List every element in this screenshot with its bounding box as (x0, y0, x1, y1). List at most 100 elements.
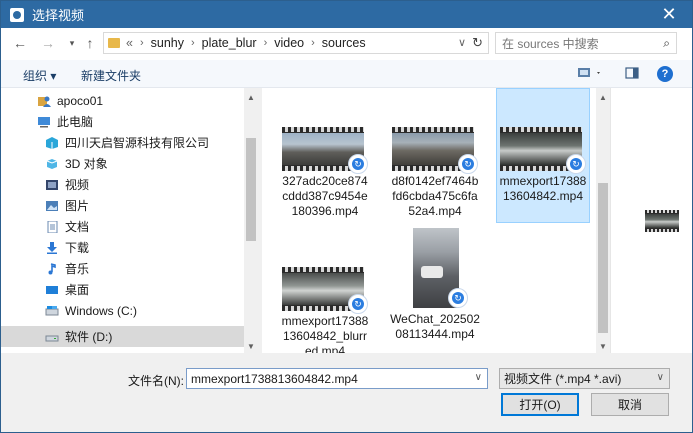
media-player-badge-icon: ↻ (458, 154, 478, 174)
folder-icon (108, 38, 120, 48)
nav-item-label: 软件 (D:) (65, 330, 113, 344)
box-icon (46, 136, 58, 149)
chevron-down-icon[interactable]: ∨ (657, 372, 664, 383)
breadcrumb-plate-blur[interactable]: plate_blur (202, 36, 257, 50)
breadcrumb-separator-icon[interactable]: › (191, 37, 195, 49)
open-button[interactable]: 打开(O) (501, 393, 579, 416)
nav-item-drive-c[interactable]: Windows (C:) (1, 300, 245, 321)
file-name: 327adc20ce874cddd387c9454e180396.mp4 (282, 174, 368, 218)
filetype-value: 视频文件 (*.mp4 *.avi) (504, 372, 622, 386)
file-pane-scrollbar[interactable]: ▲ ▼ (596, 88, 610, 353)
video-thumbnail: ↻ (392, 122, 478, 174)
scroll-down-icon[interactable]: ▼ (596, 339, 610, 353)
file-name: mmexport1738813604842.mp4 (499, 174, 587, 203)
video-folder-icon (46, 179, 58, 190)
music-icon (48, 262, 56, 274)
nav-item-label: 图片 (65, 199, 90, 213)
help-icon[interactable]: ? (657, 66, 673, 82)
drive-c-icon (45, 305, 59, 315)
nav-item-company[interactable]: 四川天启智源科技有限公司 (1, 132, 245, 153)
document-folder-icon (47, 220, 58, 233)
nav-item-label: 文档 (65, 220, 90, 234)
address-dropdown-icon[interactable]: ∨ (458, 36, 466, 49)
breadcrumb-separator-icon[interactable]: › (311, 37, 315, 49)
preview-pane (610, 88, 692, 353)
filetype-select[interactable]: 视频文件 (*.mp4 *.avi) ∨ (499, 368, 670, 389)
nav-item-label: 3D 对象 (65, 157, 108, 171)
nav-item-label: 下载 (65, 241, 90, 255)
nav-item-label: 四川天启智源科技有限公司 (65, 136, 210, 150)
media-player-badge-icon: ↻ (566, 154, 586, 174)
nav-item-user[interactable]: apoco01 (1, 90, 245, 111)
filename-input[interactable]: mmexport1738813604842.mp4 ∨ (186, 368, 488, 389)
file-list-pane: ↻ 327adc20ce874cddd387c9454e180396.mp4 ↻… (262, 88, 610, 353)
nav-item-music[interactable]: 音乐 (1, 258, 245, 279)
file-tile[interactable]: ↻ mmexport1738813604842_blurred.mp4 (278, 262, 372, 353)
nav-item-downloads[interactable]: 下载 (1, 237, 245, 258)
recent-locations-chevron-icon[interactable]: ▾ (63, 34, 81, 52)
window-title: 选择视频 (32, 8, 85, 23)
user-icon (38, 96, 51, 107)
cancel-button[interactable]: 取消 (591, 393, 669, 416)
nav-item-label: 音乐 (65, 262, 90, 276)
search-input[interactable]: 在 sources 中搜索 ⌕ (495, 32, 677, 54)
address-bar[interactable]: « › sunhy › plate_blur › video › sources… (103, 32, 489, 54)
chevron-down-icon[interactable]: ∨ (475, 372, 482, 383)
file-name: WeChat_20250208113444.mp4 (390, 312, 480, 341)
media-player-badge-icon: ↻ (348, 294, 368, 314)
nav-item-drive-d[interactable]: 软件 (D:) (1, 326, 245, 347)
nav-item-label: 桌面 (65, 283, 90, 297)
file-name: mmexport1738813604842_blurred.mp4 (281, 314, 369, 353)
scroll-down-icon[interactable]: ▼ (244, 339, 258, 353)
nav-item-3d-objects[interactable]: 3D 对象 (1, 153, 245, 174)
video-thumbnail: ↻ (282, 122, 368, 174)
refresh-icon[interactable]: ↻ (472, 35, 483, 51)
video-thumbnail: ↻ (282, 262, 368, 314)
search-placeholder: 在 sources 中搜索 (502, 36, 599, 51)
nav-item-this-pc[interactable]: 此电脑 (1, 111, 245, 132)
file-tile[interactable]: ↻ WeChat_20250208113444.mp4 (388, 228, 482, 342)
title-bar[interactable]: 选择视频 ✕ (1, 1, 692, 28)
scroll-up-icon[interactable]: ▲ (596, 90, 610, 104)
up-arrow-icon[interactable]: ↑ (81, 34, 99, 52)
media-player-badge-icon: ↻ (448, 288, 468, 308)
desktop-icon (46, 285, 58, 294)
back-arrow-icon[interactable]: ← (11, 34, 29, 52)
navigation-bar: ← → ▾ ↑ « › sunhy › plate_blur › video ›… (1, 28, 692, 60)
nav-item-desktop[interactable]: 桌面 (1, 279, 245, 300)
breadcrumb-separator-icon[interactable]: › (264, 37, 268, 49)
view-options-icon[interactable] (577, 66, 603, 83)
nav-item-documents[interactable]: 文档 (1, 216, 245, 237)
file-tile[interactable]: ↻ d8f0142ef7464bfd6cbda475c6fa52a4.mp4 (388, 122, 482, 219)
navigation-pane: apoco01 此电脑 四川天启智源科技有限公司 3D 对象 视频 图片 文档 (1, 88, 258, 353)
nav-item-label: apoco01 (57, 93, 104, 108)
nav-pane-scrollbar[interactable]: ▲ ▼ (244, 88, 258, 353)
drive-d-icon (45, 335, 59, 341)
preview-thumbnail (645, 210, 679, 232)
breadcrumb-sunhy[interactable]: sunhy (151, 36, 184, 50)
organize-menu-button[interactable]: 组织 ▾ (23, 67, 56, 84)
close-icon[interactable]: ✕ (646, 1, 692, 28)
breadcrumb-video[interactable]: video (274, 36, 304, 50)
nav-item-label: 此电脑 (57, 115, 94, 129)
dialog-footer: 文件名(N): mmexport1738813604842.mp4 ∨ 视频文件… (1, 353, 692, 432)
video-thumbnail: ↻ (500, 122, 586, 174)
search-icon[interactable]: ⌕ (663, 36, 670, 51)
picture-folder-icon (46, 200, 58, 211)
app-icon (10, 7, 24, 22)
file-tile-selected[interactable]: ↻ mmexport1738813604842.mp4 (496, 88, 590, 223)
address-overflow[interactable]: « (126, 36, 133, 50)
breadcrumb-sources[interactable]: sources (322, 36, 366, 50)
file-tile[interactable]: ↻ 327adc20ce874cddd387c9454e180396.mp4 (278, 122, 372, 219)
new-folder-button[interactable]: 新建文件夹 (81, 67, 141, 84)
file-pane-scroll-thumb[interactable] (598, 183, 608, 333)
download-icon (47, 241, 57, 254)
nav-item-pictures[interactable]: 图片 (1, 195, 245, 216)
filename-value: mmexport1738813604842.mp4 (191, 371, 358, 386)
nav-pane-scroll-thumb[interactable] (246, 138, 256, 241)
breadcrumb-separator-icon[interactable]: › (140, 37, 144, 49)
nav-item-videos[interactable]: 视频 (1, 174, 245, 195)
forward-arrow-icon[interactable]: → (39, 34, 57, 52)
preview-pane-icon[interactable] (625, 66, 639, 83)
scroll-up-icon[interactable]: ▲ (244, 90, 258, 104)
